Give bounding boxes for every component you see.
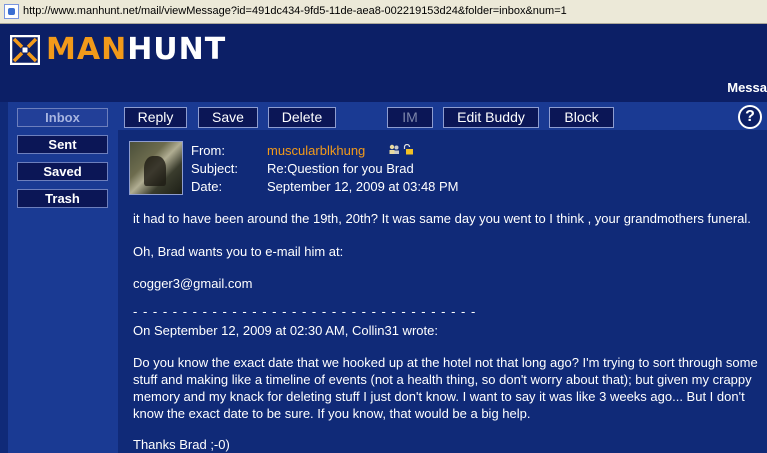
folder-sent-button[interactable]: Sent [17, 135, 108, 154]
im-button[interactable]: IM [387, 107, 433, 128]
unlock-icon[interactable] [402, 144, 414, 155]
mail-folder-sidebar: Inbox Sent Saved Trash [8, 102, 118, 453]
date-label: Date: [191, 179, 223, 194]
save-button[interactable]: Save [198, 107, 258, 128]
site-header: MANHUNT Messa [0, 24, 767, 102]
buddy-icon[interactable] [388, 144, 400, 155]
logo-text-man: MAN [46, 32, 128, 67]
site-logo[interactable]: MANHUNT [10, 34, 226, 66]
email-address-text: cogger3@gmail.com [133, 276, 253, 291]
message-date: September 12, 2009 at 03:48 PM [267, 179, 459, 194]
address-url[interactable]: http://www.manhunt.net/mail/viewMessage?… [23, 5, 567, 17]
signoff-text: Thanks Brad ;-0) [133, 437, 230, 452]
address-bar[interactable]: http://www.manhunt.net/mail/viewMessage?… [0, 0, 767, 24]
subject-label: Subject: [191, 161, 238, 176]
page-icon [4, 4, 19, 19]
message-subject: Re:Question for you Brad [267, 161, 414, 176]
folder-inbox-button[interactable]: Inbox [17, 108, 108, 127]
folder-trash-button[interactable]: Trash [17, 189, 108, 208]
body-line: Oh, Brad wants you to e-mail him at: [133, 244, 344, 259]
help-icon[interactable]: ? [738, 105, 762, 129]
quoted-message: Do you know the exact date that we hooke… [133, 355, 758, 421]
logo-text-hunt: HUNT [127, 32, 227, 67]
message-view: From: muscularblkhung Subject: Re:Questi… [118, 130, 767, 453]
reply-button[interactable]: Reply [124, 107, 187, 128]
from-label: From: [191, 143, 225, 158]
body-line: it had to have been around the 19th, 20t… [133, 211, 751, 226]
quote-divider: - - - - - - - - - - - - - - - - - - - - … [133, 304, 477, 319]
logo-crosshair-icon [10, 35, 40, 65]
block-button[interactable]: Block [549, 107, 614, 128]
message-toolbar: Reply Save Delete IM Edit Buddy Block ? [118, 102, 767, 130]
sender-name-link[interactable]: muscularblkhung [267, 143, 365, 158]
edit-buddy-button[interactable]: Edit Buddy [443, 107, 539, 128]
sender-status-icons [388, 144, 418, 156]
quote-header: On September 12, 2009 at 02:30 AM, Colli… [133, 323, 438, 338]
delete-button[interactable]: Delete [268, 107, 336, 128]
tab-messages[interactable]: Messa [727, 80, 767, 95]
folder-saved-button[interactable]: Saved [17, 162, 108, 181]
